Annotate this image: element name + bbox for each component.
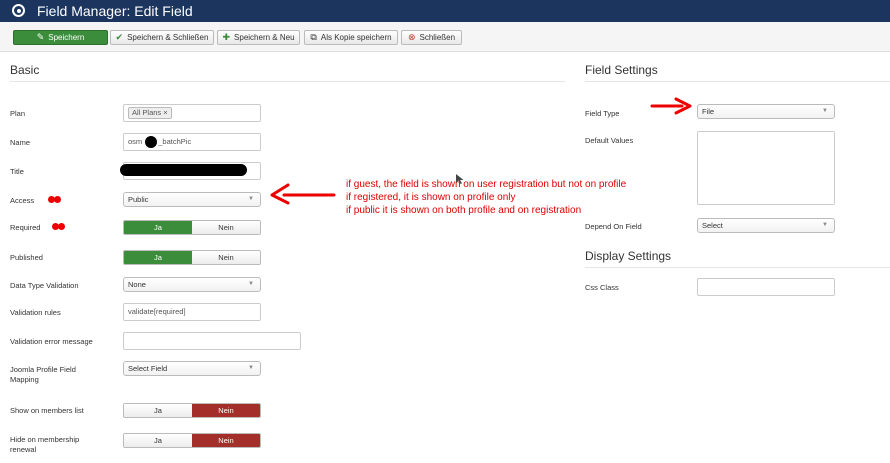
published-label: Published xyxy=(10,253,43,262)
hide-renewal-toggle[interactable]: Ja Nein xyxy=(123,433,261,448)
validation-error-input[interactable] xyxy=(123,332,301,350)
published-no-button[interactable]: Nein xyxy=(192,251,260,264)
copy-icon: ⧉ xyxy=(310,32,317,42)
check-icon: ✔ xyxy=(115,32,124,42)
title-bar: Field Manager: Edit Field xyxy=(0,0,890,22)
validation-error-label: Validation error message xyxy=(10,337,93,346)
profile-mapping-label: Joomla Profile Field Mapping xyxy=(10,365,76,384)
css-class-input[interactable] xyxy=(697,278,835,296)
chevron-down-icon: ▼ xyxy=(822,222,828,228)
close-circle-icon: ⊗ xyxy=(407,32,416,42)
chevron-down-icon: ▼ xyxy=(248,365,254,371)
depend-on-field-label: Depend On Field xyxy=(585,222,642,231)
basic-heading: Basic xyxy=(10,63,40,77)
remove-tag-icon[interactable]: × xyxy=(163,108,167,117)
show-members-yes-button[interactable]: Ja xyxy=(124,404,192,417)
validation-rules-label: Validation rules xyxy=(10,308,61,317)
published-toggle[interactable]: Ja Nein xyxy=(123,250,261,265)
show-members-no-button[interactable]: Nein xyxy=(192,404,260,417)
validation-rules-input[interactable]: validate[required] xyxy=(123,303,261,321)
default-values-label: Default Values xyxy=(585,136,634,145)
field-settings-divider xyxy=(585,81,890,82)
required-toggle[interactable]: Ja Nein xyxy=(123,220,261,235)
annotation-note: if guest, the field is shown on user reg… xyxy=(346,179,627,216)
chevron-down-icon: ▼ xyxy=(248,281,254,287)
name-input[interactable]: osm _batchPic xyxy=(123,133,261,151)
save-button[interactable]: ✎ Speichern xyxy=(13,30,108,45)
redaction-mark xyxy=(145,136,158,149)
save-close-button[interactable]: ✔ Speichern & Schließen xyxy=(110,30,214,45)
published-yes-button[interactable]: Ja xyxy=(124,251,192,264)
redaction-mark xyxy=(120,164,247,176)
required-no-button[interactable]: Nein xyxy=(192,221,260,234)
chevron-down-icon: ▼ xyxy=(248,196,254,202)
page-title: Field Manager: Edit Field xyxy=(37,3,193,19)
field-settings-heading: Field Settings xyxy=(585,63,658,77)
display-settings-divider xyxy=(585,267,890,268)
access-label: Access xyxy=(10,196,35,205)
mouse-cursor-icon xyxy=(456,174,464,184)
plan-label: Plan xyxy=(10,109,26,118)
joomla-logo-icon xyxy=(12,4,25,17)
show-members-toggle[interactable]: Ja Nein xyxy=(123,403,261,418)
required-label: Required xyxy=(10,223,41,232)
title-label: Title xyxy=(10,167,24,176)
required-yes-button[interactable]: Ja xyxy=(124,221,192,234)
field-type-select[interactable]: File ▼ xyxy=(697,104,835,119)
display-settings-heading: Display Settings xyxy=(585,249,672,263)
edit-icon: ✎ xyxy=(36,32,45,42)
data-type-validation-label: Data Type Validation xyxy=(10,281,79,290)
red-dot xyxy=(58,223,65,230)
css-class-label: Css Class xyxy=(585,283,619,292)
show-members-label: Show on members list xyxy=(10,406,84,415)
basic-divider xyxy=(10,81,565,82)
hide-renewal-yes-button[interactable]: Ja xyxy=(124,434,192,447)
chevron-down-icon: ▼ xyxy=(822,108,828,114)
default-values-textarea[interactable] xyxy=(697,131,835,205)
save-new-button[interactable]: ✚ Speichern & Neu xyxy=(217,30,300,45)
access-select[interactable]: Public ▼ xyxy=(123,192,261,207)
plus-icon: ✚ xyxy=(222,32,231,42)
close-button[interactable]: ⊗ Schließen xyxy=(401,30,462,45)
hide-renewal-label: Hide on membership renewal xyxy=(10,435,80,454)
profile-mapping-select[interactable]: Select Field ▼ xyxy=(123,361,261,376)
field-type-label: Field Type xyxy=(585,109,620,118)
annotation-arrow-left-icon xyxy=(270,183,336,205)
save-copy-button[interactable]: ⧉ Als Kopie speichern xyxy=(304,30,398,45)
toolbar: ✎ Speichern ✔ Speichern & Schließen ✚ Sp… xyxy=(0,22,890,52)
red-dot xyxy=(54,196,61,203)
plan-tag[interactable]: All Plans × xyxy=(128,107,172,119)
depend-on-field-select[interactable]: Select ▼ xyxy=(697,218,835,233)
plan-select[interactable]: All Plans × xyxy=(123,104,261,122)
data-type-validation-select[interactable]: None ▼ xyxy=(123,277,261,292)
annotation-arrow-right-icon xyxy=(650,97,692,115)
name-label: Name xyxy=(10,138,31,147)
hide-renewal-no-button[interactable]: Nein xyxy=(192,434,260,447)
